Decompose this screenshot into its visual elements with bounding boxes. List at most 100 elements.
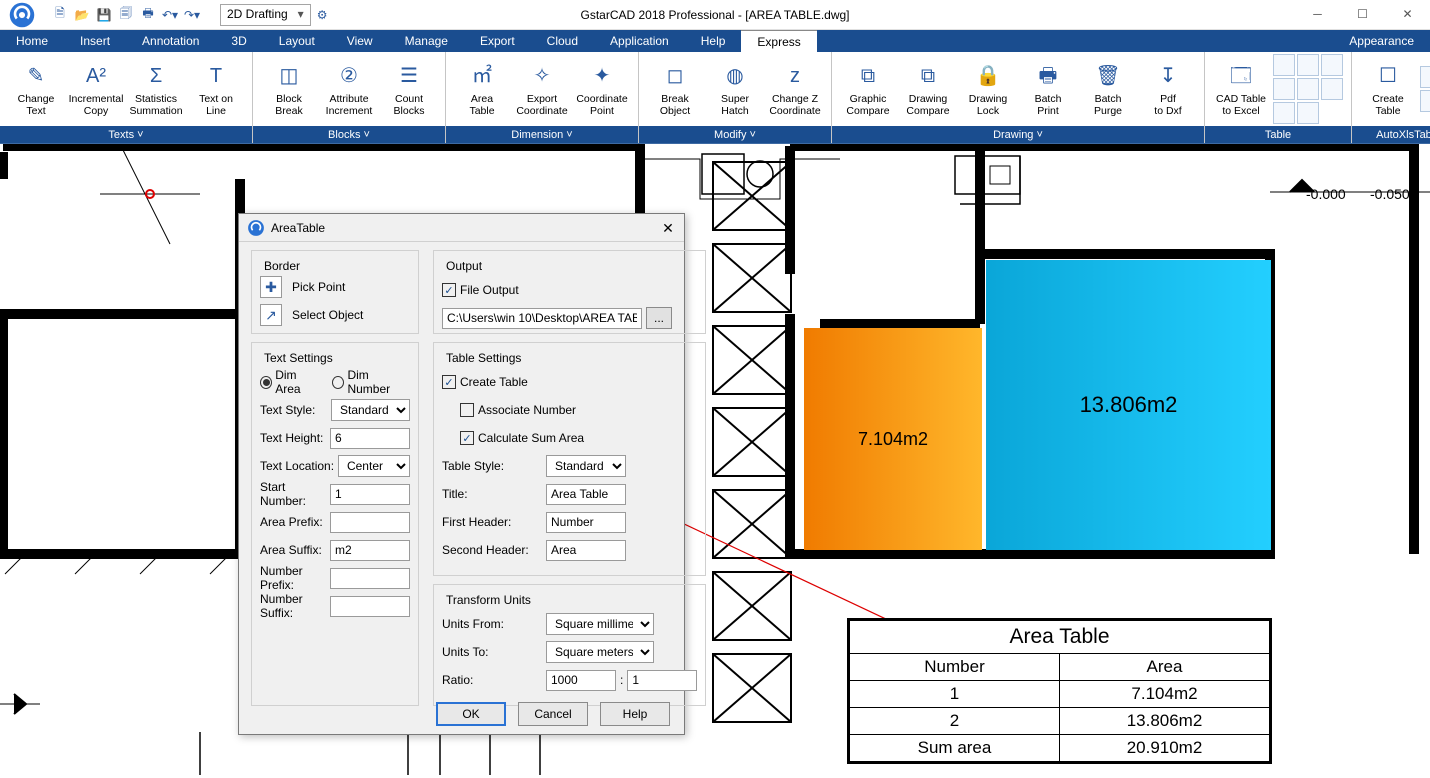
ribbon-group-drawing[interactable]: Drawing ˅ xyxy=(832,126,1204,143)
ribbon-batch-print[interactable]: 🖶BatchPrint xyxy=(1020,56,1076,122)
save-icon[interactable]: 💾 xyxy=(96,7,112,23)
ribbon-small-btn[interactable] xyxy=(1297,54,1319,76)
ribbon-coordinate-point[interactable]: ✦CoordinatePoint xyxy=(574,56,630,122)
menu-insert[interactable]: Insert xyxy=(64,30,126,52)
menu-export[interactable]: Export xyxy=(464,30,531,52)
ribbon-group-texts[interactable]: Texts ˅ xyxy=(0,126,252,143)
area-fill-1: 7.104m2 xyxy=(804,328,982,550)
ribbon-create-table[interactable]: ☐CreateTable xyxy=(1360,56,1416,122)
ribbon-small-btn[interactable] xyxy=(1273,102,1295,124)
menu-layout[interactable]: Layout xyxy=(263,30,331,52)
ribbon-group-dimension[interactable]: Dimension ˅ xyxy=(446,126,638,143)
text-style-select[interactable]: Standard xyxy=(331,399,410,421)
ribbon-group-modify[interactable]: Modify ˅ xyxy=(639,126,831,143)
text-loc-select[interactable]: Center xyxy=(338,455,410,477)
menu-application[interactable]: Application xyxy=(594,30,685,52)
ribbon-icon: ✎ xyxy=(20,60,52,92)
ribbon-drawing-compare[interactable]: ⧉DrawingCompare xyxy=(900,56,956,122)
ribbon-small-btn[interactable] xyxy=(1297,102,1319,124)
ribbon-group-table: Table xyxy=(1205,126,1351,143)
ribbon-change-text[interactable]: ✎ChangeText xyxy=(8,56,64,122)
saveas-icon[interactable]: 🗐 xyxy=(118,7,134,23)
close-button[interactable]: ✕ xyxy=(1385,0,1430,28)
border-legend: Border xyxy=(260,259,304,273)
title-input[interactable] xyxy=(546,484,626,505)
area-prefix-input[interactable] xyxy=(330,512,410,533)
second-hdr-input[interactable] xyxy=(546,540,626,561)
ok-button[interactable]: OK xyxy=(436,702,506,726)
table-cell: 20.910m2 xyxy=(1060,735,1270,762)
ribbon-drawing-lock[interactable]: 🔒DrawingLock xyxy=(960,56,1016,122)
ribbon-group-blocks[interactable]: Blocks ˅ xyxy=(253,126,445,143)
ribbon-small-btn[interactable] xyxy=(1273,78,1295,100)
ribbon-export-coordinate[interactable]: ✧ExportCoordinate xyxy=(514,56,570,122)
units-from-select[interactable]: Square millimeters xyxy=(546,613,654,635)
maximize-button[interactable]: ☐ xyxy=(1340,0,1385,28)
ribbon-icon: Σ xyxy=(140,60,172,92)
new-icon[interactable]: 🗎 xyxy=(52,7,68,23)
menu-home[interactable]: Home xyxy=(0,30,64,52)
open-icon[interactable]: 📂 xyxy=(74,7,90,23)
help-button[interactable]: Help xyxy=(600,702,670,726)
assoc-number-checkbox[interactable] xyxy=(460,403,474,417)
dialog-close-button[interactable]: ✕ xyxy=(656,218,680,238)
ribbon-incremental-copy[interactable]: A²IncrementalCopy xyxy=(68,56,124,122)
create-table-checkbox[interactable]: ✓ xyxy=(442,375,456,389)
file-path-input[interactable] xyxy=(442,308,642,329)
browse-button[interactable]: ... xyxy=(646,307,672,329)
menu-annotation[interactable]: Annotation xyxy=(126,30,215,52)
ribbon-attribute-increment[interactable]: ②AttributeIncrement xyxy=(321,56,377,122)
ribbon-text-on-line[interactable]: TText onLine xyxy=(188,56,244,122)
table-cell: Sum area xyxy=(850,735,1060,762)
ribbon-area-table[interactable]: ㎡AreaTable xyxy=(454,56,510,122)
pick-point-button[interactable]: ✚Pick Point xyxy=(260,273,410,301)
ribbon-group-autoxlstable[interactable]: AutoXlsTable ˅ xyxy=(1352,126,1430,143)
undo-icon[interactable]: ↶▾ xyxy=(162,7,178,23)
workspace-select[interactable]: 2D Drafting xyxy=(220,4,311,26)
table-style-select[interactable]: Standard xyxy=(546,455,626,477)
num-suffix-input[interactable] xyxy=(330,596,410,617)
dim-number-radio[interactable] xyxy=(332,376,344,389)
print-icon[interactable]: 🖶 xyxy=(140,7,156,23)
ribbon-small-btn[interactable] xyxy=(1273,54,1295,76)
ribbon-cad-table-to-excel[interactable]: 🗔CAD Tableto Excel xyxy=(1213,56,1269,122)
minimize-button[interactable]: ─ xyxy=(1295,0,1340,28)
ribbon-small-btn[interactable] xyxy=(1321,54,1343,76)
start-num-input[interactable] xyxy=(330,484,410,505)
menu-manage[interactable]: Manage xyxy=(389,30,464,52)
calc-sum-checkbox[interactable]: ✓ xyxy=(460,431,474,445)
menu-3d[interactable]: 3D xyxy=(215,30,262,52)
ribbon-block-break[interactable]: ◫BlockBreak xyxy=(261,56,317,122)
ribbon-graphic-compare[interactable]: ⧉GraphicCompare xyxy=(840,56,896,122)
ribbon-pdf-to-dxf[interactable]: ↧Pdfto Dxf xyxy=(1140,56,1196,122)
num-prefix-input[interactable] xyxy=(330,568,410,589)
ribbon-small-btn[interactable] xyxy=(1420,90,1430,112)
first-hdr-input[interactable] xyxy=(546,512,626,533)
ratio-a-input[interactable] xyxy=(546,670,616,691)
ribbon-small-btn[interactable] xyxy=(1321,78,1343,100)
menu-view[interactable]: View xyxy=(331,30,389,52)
select-object-button[interactable]: ↗Select Object xyxy=(260,301,410,329)
text-height-input[interactable] xyxy=(330,428,410,449)
menu-express[interactable]: Express xyxy=(741,30,816,52)
ribbon-count-blocks[interactable]: ☰CountBlocks xyxy=(381,56,437,122)
menu-help[interactable]: Help xyxy=(685,30,742,52)
workspace-gear-icon[interactable]: ⚙ xyxy=(317,8,328,22)
ribbon-small-btn[interactable] xyxy=(1420,66,1430,88)
ribbon-change-z-coordinate[interactable]: zChange ZCoordinate xyxy=(767,56,823,122)
ribbon-break-object[interactable]: ◻BreakObject xyxy=(647,56,703,122)
menu-appearance[interactable]: Appearance xyxy=(1333,30,1430,52)
ribbon-batch-purge[interactable]: 🗑BatchPurge xyxy=(1080,56,1136,122)
redo-icon[interactable]: ↷▾ xyxy=(184,7,200,23)
dialog-titlebar[interactable]: AreaTable ✕ xyxy=(239,214,684,242)
ribbon-statistics-summation[interactable]: ΣStatisticsSummation xyxy=(128,56,184,122)
ribbon-super-hatch[interactable]: ◍SuperHatch xyxy=(707,56,763,122)
menu-cloud[interactable]: Cloud xyxy=(531,30,594,52)
dim-area-radio[interactable] xyxy=(260,376,272,389)
area-suffix-input[interactable] xyxy=(330,540,410,561)
ratio-b-input[interactable] xyxy=(627,670,697,691)
cancel-button[interactable]: Cancel xyxy=(518,702,588,726)
ribbon-small-btn[interactable] xyxy=(1297,78,1319,100)
units-to-select[interactable]: Square meters xyxy=(546,641,654,663)
file-output-checkbox[interactable]: ✓ xyxy=(442,283,456,297)
